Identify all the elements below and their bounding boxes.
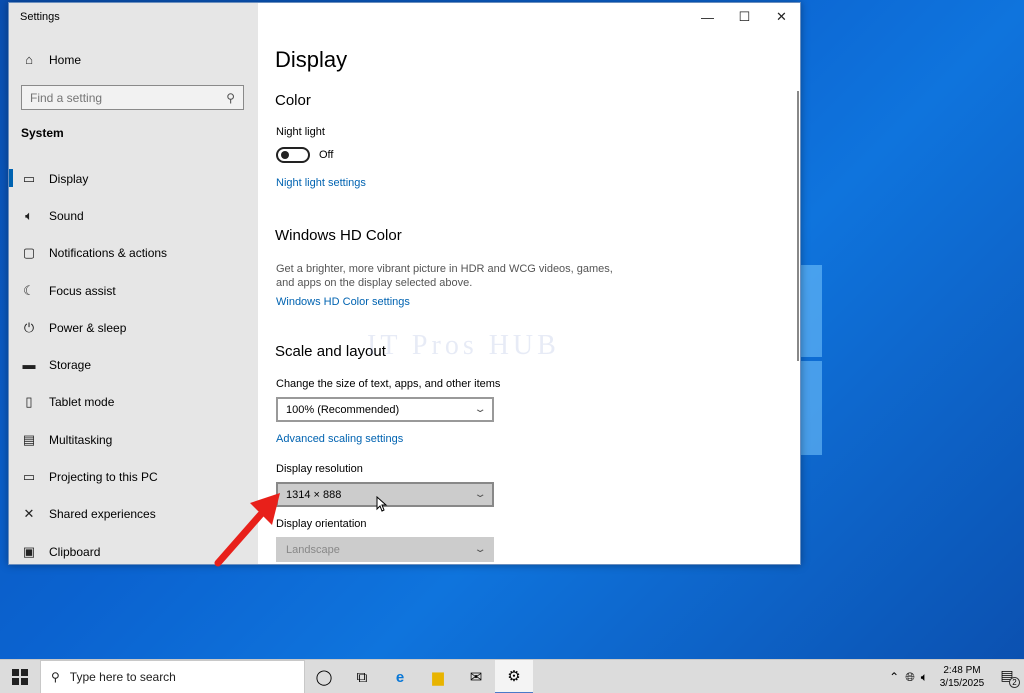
settings-icon[interactable]: ⚙ <box>495 660 533 693</box>
clock[interactable]: 2:48 PM 3/15/2025 <box>934 664 990 690</box>
display-settings-content: Display Color Night light Off Night ligh… <box>275 3 795 564</box>
color-heading: Color <box>275 92 311 109</box>
edge-icon[interactable]: e <box>381 660 419 693</box>
sidebar-item-label: Clipboard <box>49 544 101 559</box>
sidebar-home[interactable]: ⌂ Home <box>21 52 82 68</box>
scale-dropdown[interactable]: 100% (Recommended) ⌄ <box>276 397 494 422</box>
page-title: Display <box>275 47 348 72</box>
storage-icon: ▬ <box>22 357 36 373</box>
resolution-dropdown-value: 1314 × 888 <box>286 488 342 501</box>
hd-color-settings-link[interactable]: Windows HD Color settings <box>276 296 410 308</box>
sidebar-item-sound[interactable]: 🔈︎ Sound <box>9 197 258 234</box>
search-icon: ⚲ <box>226 90 235 105</box>
system-tray: ⌃ 🌐︎ 🔈︎ 2:48 PM 3/15/2025 ▤ 2 <box>889 660 1024 693</box>
size-label: Change the size of text, apps, and other… <box>276 378 501 390</box>
task-view-icon[interactable]: ⧉ <box>343 660 381 693</box>
speaker-icon: 🔈︎ <box>25 207 33 223</box>
scale-dropdown-value: 100% (Recommended) <box>286 403 400 416</box>
resolution-label: Display resolution <box>276 463 363 475</box>
volume-icon[interactable]: 🔈︎ <box>921 670 928 685</box>
chevron-up-icon[interactable]: ⌃ <box>889 670 899 684</box>
sidebar-item-storage[interactable]: ▬ Storage <box>9 346 258 383</box>
chevron-down-icon: ⌄ <box>473 489 487 500</box>
home-icon: ⌂ <box>25 52 33 67</box>
sidebar-item-label: Projecting to this PC <box>49 470 158 485</box>
hd-color-description: Get a brighter, more vibrant picture in … <box>276 263 613 289</box>
section-label-system: System <box>21 126 64 140</box>
clipboard-icon: ▣ <box>22 543 36 559</box>
desktop-windows-logo <box>800 265 822 455</box>
sidebar-item-label: Display <box>49 171 89 186</box>
annotation-arrow-icon <box>214 493 280 567</box>
sidebar: Settings ⌂ Home ⚲ System ▭ Display 🔈︎ So… <box>9 3 258 564</box>
night-light-label: Night light <box>276 126 325 138</box>
orientation-dropdown[interactable]: Landscape ⌄ <box>276 537 494 562</box>
find-setting-input[interactable] <box>30 90 210 105</box>
monitor-icon: ▭ <box>22 170 36 186</box>
clock-time: 2:48 PM <box>943 665 981 676</box>
orientation-label: Display orientation <box>276 518 367 530</box>
multitasking-icon: ▤ <box>22 431 36 447</box>
projector-icon: ▭ <box>22 469 36 485</box>
notification-icon: ▢ <box>22 245 36 261</box>
sidebar-item-display[interactable]: ▭ Display <box>9 160 258 197</box>
sidebar-item-label: Power & sleep <box>49 320 127 335</box>
night-light-state: Off <box>319 149 334 161</box>
network-icon[interactable]: 🌐︎ <box>905 670 915 685</box>
taskbar-apps: ◯ ⧉ e ▆ ✉ ⚙ <box>305 660 533 693</box>
scrollbar[interactable] <box>797 91 799 361</box>
mouse-cursor-icon <box>376 496 388 512</box>
hd-color-heading: Windows HD Color <box>275 227 402 244</box>
notification-badge: 2 <box>1009 677 1020 688</box>
sidebar-item-label: Focus assist <box>49 283 116 298</box>
sidebar-item-focus-assist[interactable]: ☾ Focus assist <box>9 272 258 309</box>
sidebar-item-label: Shared experiences <box>49 507 156 522</box>
sidebar-item-label: Multitasking <box>49 432 113 447</box>
windows-start-icon <box>12 669 28 685</box>
sidebar-item-label: Storage <box>49 358 92 373</box>
start-button[interactable] <box>0 660 40 693</box>
sidebar-item-label: Tablet mode <box>49 395 115 410</box>
taskbar-search-placeholder: Type here to search <box>69 670 176 684</box>
night-light-settings-link[interactable]: Night light settings <box>276 177 366 189</box>
sidebar-item-label: Notifications & actions <box>49 246 168 261</box>
window-title: Settings <box>20 11 60 23</box>
cortana-icon[interactable]: ◯ <box>305 660 343 693</box>
sidebar-item-power-sleep[interactable]: ⏻ Power & sleep <box>9 309 258 346</box>
taskbar-search[interactable]: ⚲ Type here to search <box>40 660 305 693</box>
file-explorer-icon[interactable]: ▆ <box>419 660 457 693</box>
clock-date: 3/15/2025 <box>939 678 985 689</box>
sidebar-home-label: Home <box>49 53 82 67</box>
action-center-icon[interactable]: ▤ 2 <box>996 667 1020 688</box>
moon-icon: ☾ <box>23 282 35 298</box>
search-icon: ⚲ <box>51 670 60 684</box>
chevron-down-icon: ⌄ <box>473 404 487 415</box>
chevron-down-icon: ⌄ <box>473 544 487 555</box>
mail-icon[interactable]: ✉ <box>457 660 495 693</box>
shared-icon: ✕ <box>23 506 35 522</box>
sidebar-item-tablet-mode[interactable]: ▯ Tablet mode <box>9 384 258 421</box>
taskbar: ⚲ Type here to search ◯ ⧉ e ▆ ✉ ⚙ ⌃ 🌐︎ 🔈… <box>0 659 1024 693</box>
night-light-toggle[interactable] <box>276 147 310 163</box>
tablet-icon: ▯ <box>25 394 33 410</box>
orientation-dropdown-value: Landscape <box>286 543 340 556</box>
find-setting-search[interactable]: ⚲ <box>21 85 244 110</box>
sidebar-item-notifications[interactable]: ▢ Notifications & actions <box>9 235 258 272</box>
power-icon: ⏻ <box>23 319 35 335</box>
sidebar-item-label: Sound <box>49 208 84 223</box>
advanced-scaling-link[interactable]: Advanced scaling settings <box>276 433 403 445</box>
watermark: IT Pros HUB <box>367 330 560 361</box>
sidebar-item-multitasking[interactable]: ▤ Multitasking <box>9 421 258 458</box>
settings-window: Settings ⌂ Home ⚲ System ▭ Display 🔈︎ So… <box>8 2 801 565</box>
